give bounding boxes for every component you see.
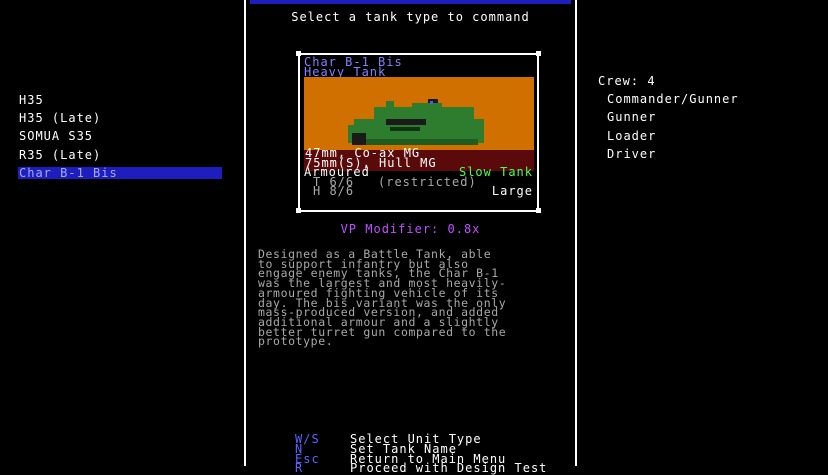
crew-member: Loader (607, 129, 657, 143)
crew-member: Driver (607, 147, 657, 161)
tank-list-item[interactable]: H35 (18, 94, 222, 106)
restriction-note: (restricted) (378, 175, 477, 189)
tank-list-item-selected[interactable]: Char B-1 Bis (18, 167, 222, 179)
card-corner (296, 51, 301, 56)
card-corner (536, 51, 541, 56)
tank-list-item[interactable]: H35 (Late) (18, 112, 222, 124)
tank-list-item[interactable]: R35 (Late) (18, 149, 222, 161)
top-bar (250, 0, 571, 4)
control-label[interactable]: Proceed with Design Test (350, 462, 547, 474)
control-key: R (295, 461, 304, 475)
card-corner (536, 208, 541, 213)
tank-list-item[interactable]: SOMUA S35 (18, 130, 222, 142)
vp-modifier: VP Modifier: 0.8x (340, 222, 481, 236)
page-title: Select a tank type to command (291, 10, 530, 24)
card-corner (296, 208, 301, 213)
crew-member: Commander/Gunner (607, 92, 739, 106)
crew-member: Gunner (607, 110, 657, 124)
hull-rating: H 8/6 (313, 184, 355, 198)
crew-count: Crew: 4 (598, 74, 656, 88)
tank-description: Designed as a Battle Tank, able to suppo… (258, 247, 507, 349)
tank-size: Large (491, 184, 533, 198)
